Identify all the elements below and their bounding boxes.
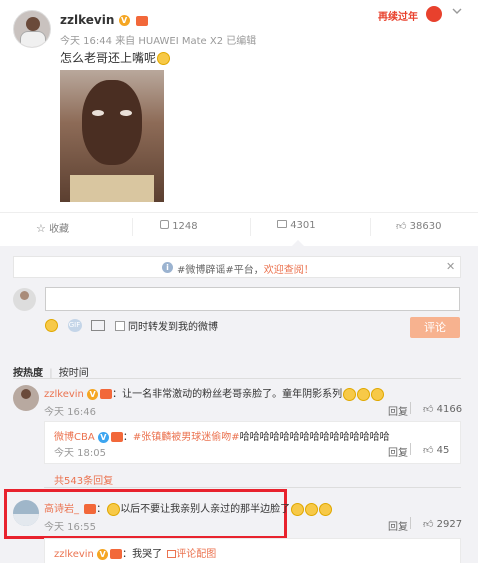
thumbs-up-icon: 👍︎ bbox=[396, 221, 407, 232]
comment-like-count: 2927 bbox=[436, 519, 463, 530]
laugh-emoji-icon bbox=[343, 387, 357, 401]
more-replies-link[interactable]: 共543条回复 bbox=[54, 472, 113, 487]
cry-emoji-icon bbox=[305, 502, 319, 516]
submit-comment-button[interactable]: 评论 bbox=[410, 317, 460, 338]
like-count: 38630 bbox=[409, 221, 442, 232]
thumbs-up-icon: 👍︎ bbox=[423, 445, 434, 456]
reply-button[interactable]: 回复 bbox=[388, 518, 408, 533]
reply-button[interactable]: 回复 bbox=[388, 403, 408, 418]
level-icon bbox=[100, 389, 113, 399]
sub-reply-reply-button[interactable]: 回复 bbox=[388, 444, 408, 459]
forward-checkbox[interactable] bbox=[114, 320, 125, 331]
comment-count: 4301 bbox=[290, 220, 316, 231]
collect-label: 收藏 bbox=[49, 224, 70, 235]
verified-icon: V bbox=[118, 15, 130, 26]
info-icon: i bbox=[162, 262, 173, 273]
comment-time: 今天 16:46 bbox=[44, 407, 96, 418]
level-icon bbox=[135, 15, 148, 26]
sub-reply-text: ：我哭了 bbox=[122, 549, 163, 560]
sub-reply-username[interactable]: zzlkevin bbox=[54, 549, 94, 560]
sub-reply-text: 哈哈哈哈哈哈哈哈哈哈哈哈哈哈哈 bbox=[239, 432, 390, 443]
notice-text: #微博辟谣#平台， bbox=[177, 265, 264, 276]
notice-link[interactable]: 欢迎查阅！ bbox=[264, 265, 314, 276]
level-icon bbox=[110, 549, 123, 559]
comment-username[interactable]: 高诗岩_ bbox=[44, 504, 79, 515]
emoji-icon[interactable] bbox=[45, 319, 58, 332]
level-icon bbox=[110, 432, 123, 442]
verified-icon: V bbox=[97, 548, 109, 560]
laugh-emoji-icon bbox=[357, 387, 371, 401]
submit-label: 评论 bbox=[424, 321, 446, 334]
image-icon bbox=[167, 550, 177, 558]
comment-username[interactable]: zzlkevin bbox=[44, 389, 84, 400]
chevron-down-icon[interactable] bbox=[452, 6, 462, 16]
post-text: 怎么老哥还上嘴呢 bbox=[60, 51, 157, 65]
thumbs-up-icon: 👍︎ bbox=[423, 519, 434, 530]
sub-reply-time: 今天 18:05 bbox=[54, 448, 106, 459]
edited-label[interactable]: 已编辑 bbox=[226, 36, 256, 47]
verified-icon: V bbox=[87, 388, 99, 400]
hashtag-link[interactable]: #张镇麟被男球迷偷吻# bbox=[133, 432, 240, 443]
post-device[interactable]: HUAWEI Mate X2 bbox=[138, 36, 223, 47]
forward-label[interactable]: 同时转发到我的微博 bbox=[128, 322, 218, 333]
comment-text: ：让一名非常激动的粉丝老哥亲脸了。童年阴影系列 bbox=[112, 389, 343, 400]
new-year-banner: 再续过年 bbox=[376, 4, 446, 26]
cry-emoji-icon bbox=[291, 502, 305, 516]
post-avatar[interactable] bbox=[13, 10, 51, 48]
sub-reply-like-button[interactable]: 👍︎ 45 bbox=[423, 444, 449, 456]
level-icon bbox=[84, 504, 97, 514]
laugh-emoji-icon bbox=[107, 502, 121, 516]
comment-avatar[interactable] bbox=[13, 500, 39, 526]
laugh-emoji-icon bbox=[371, 387, 385, 401]
sub-reply-username[interactable]: 微博CBA bbox=[54, 432, 95, 443]
comment-avatar[interactable] bbox=[13, 385, 39, 411]
comment-time: 今天 16:55 bbox=[44, 522, 96, 533]
comment-text: 以后不要让我亲别人亲过的那半边脸了 bbox=[120, 504, 291, 515]
comment-like-count: 4166 bbox=[436, 404, 463, 415]
gif-icon[interactable]: GIF bbox=[67, 319, 82, 332]
comment-like-button[interactable]: 👍︎ 2927 bbox=[423, 518, 462, 530]
post-image[interactable] bbox=[60, 70, 164, 202]
like-button[interactable]: 👍︎ 38630 bbox=[396, 220, 441, 232]
repost-count: 1248 bbox=[172, 221, 198, 232]
collect-button[interactable]: ☆ 收藏 bbox=[36, 220, 69, 235]
comment-input[interactable] bbox=[45, 287, 460, 311]
sub-reply-like-count: 45 bbox=[436, 445, 450, 456]
rumor-notice: i #微博辟谣#平台，欢迎查阅！ ✕ bbox=[13, 256, 461, 278]
close-icon[interactable]: ✕ bbox=[446, 260, 455, 273]
post-username[interactable]: zzlkevin bbox=[60, 13, 114, 27]
star-icon: ☆ bbox=[36, 222, 46, 235]
blush-emoji-icon bbox=[157, 52, 171, 65]
comment-icon bbox=[277, 220, 287, 228]
comment-image-link[interactable]: 评论配图 bbox=[176, 549, 216, 560]
cry-emoji-icon bbox=[319, 502, 333, 516]
verified-icon: V bbox=[97, 431, 109, 443]
repost-icon bbox=[160, 220, 169, 229]
post-time[interactable]: 今天 16:44 bbox=[60, 36, 112, 47]
thumbs-up-icon: 👍︎ bbox=[423, 404, 434, 415]
post-from-label: 来自 bbox=[115, 36, 136, 47]
image-icon[interactable] bbox=[91, 320, 105, 331]
comment-button[interactable]: 4301 bbox=[277, 220, 316, 231]
my-avatar bbox=[13, 288, 36, 311]
comment-like-button[interactable]: 👍︎ 4166 bbox=[423, 403, 462, 415]
repost-button[interactable]: 1248 bbox=[160, 220, 198, 232]
